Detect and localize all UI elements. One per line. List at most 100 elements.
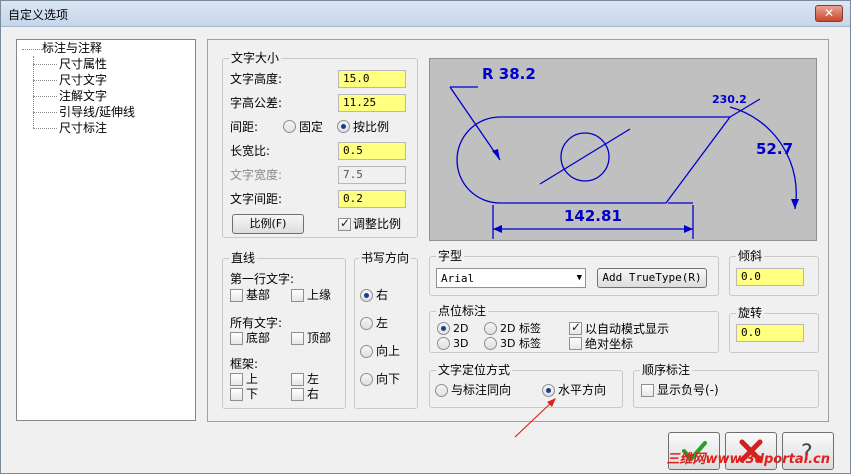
absolute-coords-checkbox[interactable]	[569, 337, 582, 350]
point-3d-radio[interactable]	[437, 337, 450, 350]
tree-item-leader-lines[interactable]: 引导线/延伸线	[59, 104, 135, 120]
tree-item-dimensioning[interactable]: 尺寸标注	[59, 120, 107, 136]
direction-right-label: 右	[376, 288, 389, 302]
frame-top-checkbox[interactable]	[230, 373, 243, 386]
direction-down-radio[interactable]	[360, 373, 373, 386]
tree-item-annotation[interactable]: 标注与注释	[42, 40, 102, 56]
preview-drawing: R 38.2 230.2 52.7 142.81	[449, 65, 799, 239]
chevron-down-icon: ▼	[576, 273, 582, 283]
preview-pane: R 38.2 230.2 52.7 142.81	[429, 58, 817, 241]
preview-radius-text: R 38.2	[482, 65, 536, 83]
point-2d-label: 2D	[453, 322, 469, 335]
font-select[interactable]: Arial ▼	[436, 268, 586, 288]
direction-up-radio[interactable]	[360, 345, 373, 358]
text-size-title: 文字大小	[229, 51, 282, 65]
spacing-fixed-label: 固定	[299, 120, 324, 134]
frame-label: 框架:	[230, 357, 259, 371]
tree-connector	[33, 128, 57, 129]
text-width-field: 7.5	[338, 166, 406, 184]
tree-connector	[22, 49, 42, 50]
close-button[interactable]: ✕	[815, 5, 843, 22]
char-spacing-label: 文字间距:	[230, 192, 283, 206]
tree-item-dimension-attributes[interactable]: 尺寸属性	[59, 56, 107, 72]
direction-left-label: 左	[376, 316, 389, 330]
tree-item-note-text[interactable]: 注解文字	[59, 88, 107, 104]
frame-right-checkbox[interactable]	[291, 388, 304, 401]
auto-mode-label: 以自动模式显示	[585, 322, 670, 336]
slant-field[interactable]: 0.0	[736, 268, 804, 286]
tree-connector	[33, 112, 57, 113]
slant-title: 倾斜	[736, 249, 765, 263]
along-dimension-radio[interactable]	[435, 384, 448, 397]
text-position-title: 文字定位方式	[436, 363, 513, 377]
top-checkbox[interactable]	[291, 332, 304, 345]
absolute-coords-label: 绝对坐标	[585, 337, 634, 351]
scale-button[interactable]: 比例(F)	[232, 214, 304, 234]
top-edge-label: 上缘	[307, 288, 332, 302]
frame-right-label: 右	[307, 387, 320, 401]
direction-right-radio[interactable]	[360, 289, 373, 302]
watermark: 三维网www.3dportal.cn	[666, 452, 830, 467]
window-title: 自定义选项	[8, 8, 69, 22]
show-negative-label: 显示负号(-)	[657, 383, 719, 397]
font-title: 字型	[436, 249, 465, 263]
options-tree[interactable]: 标注与注释 尺寸属性 尺寸文字 注解文字 引导线/延伸线 尺寸标注	[16, 39, 196, 421]
tolerance-field[interactable]: 11.25	[338, 94, 406, 112]
aspect-label: 长宽比:	[230, 144, 271, 158]
preview-vertical-text: 52.7	[756, 140, 793, 158]
rotate-title: 旋转	[736, 306, 765, 320]
preview-horizontal-text: 142.81	[564, 207, 622, 225]
tree-connector	[33, 80, 57, 81]
text-height-field[interactable]: 15.0	[338, 70, 406, 88]
direction-left-radio[interactable]	[360, 317, 373, 330]
dialog-window: 自定义选项 ✕ 标注与注释 尺寸属性 尺寸文字 注解文字 引导线/延伸线 尺寸标…	[0, 0, 851, 474]
point-3d-label: 3D	[453, 337, 469, 350]
top-label: 顶部	[307, 331, 332, 345]
frame-bottom-checkbox[interactable]	[230, 388, 243, 401]
aspect-field[interactable]: 0.5	[338, 142, 406, 160]
ordinate-title: 顺序标注	[640, 363, 693, 377]
top-edge-checkbox[interactable]	[291, 289, 304, 302]
spacing-fixed-radio[interactable]	[283, 120, 296, 133]
tree-connector	[33, 56, 34, 128]
title-bar: 自定义选项 ✕	[1, 1, 850, 27]
font-select-value: Arial	[441, 272, 475, 285]
direction-title: 书写方向	[359, 251, 412, 265]
direction-up-label: 向上	[376, 344, 401, 358]
tree-connector	[33, 96, 57, 97]
rotate-field[interactable]: 0.0	[736, 324, 804, 342]
text-height-label: 文字高度:	[230, 72, 283, 86]
horizontal-label: 水平方向	[558, 383, 607, 397]
frame-bottom-label: 下	[246, 387, 259, 401]
adjust-scale-checkbox[interactable]	[338, 216, 351, 231]
along-dimension-label: 与标注同向	[451, 383, 512, 397]
add-truetype-button[interactable]: Add TrueType(R)	[597, 268, 707, 288]
direction-down-label: 向下	[376, 372, 401, 386]
auto-mode-checkbox[interactable]	[569, 320, 582, 335]
annotation-arrow-icon	[514, 398, 556, 438]
bottom-checkbox[interactable]	[230, 332, 243, 345]
point-2d-label-radio[interactable]	[484, 322, 497, 335]
lines-title: 直线	[229, 251, 258, 265]
bottom-label: 底部	[246, 331, 271, 345]
frame-top-label: 上	[246, 372, 259, 386]
base-checkbox[interactable]	[230, 289, 243, 302]
char-spacing-field[interactable]: 0.2	[338, 190, 406, 208]
spacing-ratio-label: 按比例	[353, 120, 390, 134]
point-2d-tag-label: 2D 标签	[500, 322, 541, 335]
frame-left-checkbox[interactable]	[291, 373, 304, 386]
frame-left-label: 左	[307, 372, 320, 386]
all-text-label: 所有文字:	[230, 316, 283, 330]
adjust-scale-label: 调整比例	[353, 217, 402, 231]
point-2d-radio[interactable]	[437, 322, 450, 335]
show-negative-checkbox[interactable]	[641, 384, 654, 397]
tolerance-label: 字高公差:	[230, 96, 283, 110]
point-3d-label-radio[interactable]	[484, 337, 497, 350]
spacing-ratio-radio[interactable]	[337, 120, 350, 133]
base-label: 基部	[246, 288, 271, 302]
tree-item-dimension-text[interactable]: 尺寸文字	[59, 72, 107, 88]
spacing-label: 间距:	[230, 120, 259, 134]
tree-connector	[33, 64, 57, 65]
text-width-label: 文字宽度:	[230, 168, 283, 182]
point-3d-tag-label: 3D 标签	[500, 337, 541, 350]
